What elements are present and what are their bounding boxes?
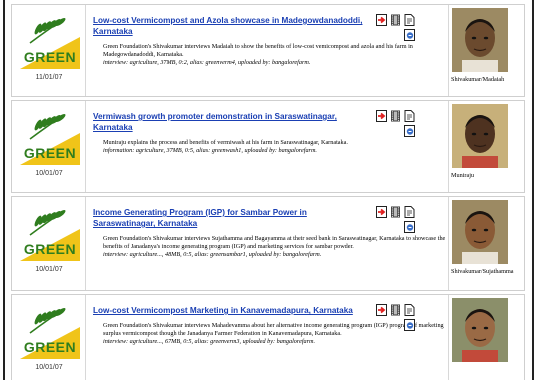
share-icon[interactable]	[404, 319, 415, 331]
svg-text:GREEN: GREEN	[24, 145, 76, 161]
document-icon[interactable]	[404, 14, 415, 26]
item-description: Green Foundation's Shivakumar interviews…	[103, 235, 446, 250]
date-label: 10/01/07	[35, 170, 63, 177]
video-list: GREEN 11/01/07 Low-cost Vermicompost and…	[11, 4, 525, 380]
video-download-icon[interactable]	[376, 206, 387, 218]
photo-cell	[448, 295, 526, 380]
logo-cell: GREEN 11/01/07	[12, 5, 86, 96]
leaf-icon	[29, 307, 66, 334]
item-content: Low-cost Vermicompost and Azola showcase…	[93, 15, 413, 67]
item-content: Low-cost Vermicompost Marketing in Kanav…	[93, 305, 444, 346]
photo-cell: Muniraju	[448, 101, 526, 192]
item-meta: information: agriculture, 37MB, 0:5, ali…	[103, 147, 317, 154]
photo-caption: Shivakumar/Sujathamma	[451, 268, 514, 275]
photo-cell: Shivakumar/Madaiah	[448, 5, 526, 96]
person-photo[interactable]	[452, 200, 508, 264]
video-download-icon[interactable]	[376, 304, 387, 316]
photo-cell: Shivakumar/Sujathamma	[448, 197, 526, 290]
video-download-icon[interactable]	[376, 110, 387, 122]
green-foundation-logo[interactable]: GREEN	[20, 305, 80, 359]
video-download-icon[interactable]	[376, 14, 387, 26]
item-meta: interview: agriculture..., 67MB, 0:5, al…	[103, 338, 316, 345]
green-foundation-logo[interactable]: GREEN	[20, 111, 80, 165]
video-title-link[interactable]: Income Generating Program (IGP) for Samb…	[93, 207, 368, 229]
leaf-icon	[29, 113, 66, 140]
action-icons	[376, 206, 444, 236]
document-icon[interactable]	[404, 110, 415, 122]
film-strip-icon[interactable]	[390, 14, 401, 26]
action-icons	[376, 14, 444, 44]
item-description: Muniraju explains the process and benefi…	[103, 139, 348, 146]
date-label: 10/01/07	[35, 364, 63, 371]
film-strip-icon[interactable]	[390, 206, 401, 218]
video-title-link[interactable]: Vermiwash growth promoter demonstration …	[93, 111, 368, 133]
svg-text:GREEN: GREEN	[24, 339, 76, 355]
browser-window: GREEN 11/01/07 Low-cost Vermicompost and…	[3, 0, 534, 380]
date-label: 10/01/07	[35, 266, 63, 273]
date-label: 11/01/07	[35, 74, 63, 81]
item-description: Green Foundation's Shivakumar interviews…	[103, 43, 413, 58]
item-meta: interview: agriculture..., 48MB, 0:5, al…	[103, 251, 322, 258]
video-title-link[interactable]: Low-cost Vermicompost and Azola showcase…	[93, 15, 368, 37]
green-foundation-logo[interactable]: GREEN	[20, 15, 80, 69]
item-content: Income Generating Program (IGP) for Samb…	[93, 207, 445, 259]
list-item: GREEN 10/01/07 Low-cost Vermicompost Mar…	[11, 294, 525, 380]
item-meta: interview: agriculture, 37MB, 0:2, alias…	[103, 59, 311, 66]
person-photo[interactable]	[452, 8, 508, 72]
logo-cell: GREEN 10/01/07	[12, 295, 86, 380]
logo-cell: GREEN 10/01/07	[12, 197, 86, 290]
photo-caption: Muniraju	[451, 172, 475, 179]
share-icon[interactable]	[404, 125, 415, 137]
action-icons	[376, 110, 444, 140]
person-photo[interactable]	[452, 104, 508, 168]
action-icons	[376, 304, 444, 334]
document-icon[interactable]	[404, 304, 415, 316]
list-item: GREEN 11/01/07 Low-cost Vermicompost and…	[11, 4, 525, 97]
video-title-link[interactable]: Low-cost Vermicompost Marketing in Kanav…	[93, 305, 368, 316]
list-item: GREEN 10/01/07 Income Generating Program…	[11, 196, 525, 291]
green-foundation-logo[interactable]: GREEN	[20, 207, 80, 261]
film-strip-icon[interactable]	[390, 304, 401, 316]
share-icon[interactable]	[404, 29, 415, 41]
leaf-icon	[29, 209, 66, 236]
svg-text:GREEN: GREEN	[24, 241, 76, 257]
document-icon[interactable]	[404, 206, 415, 218]
person-photo[interactable]	[452, 298, 508, 362]
leaf-icon	[29, 17, 66, 44]
item-content: Vermiwash growth promoter demonstration …	[93, 111, 368, 155]
list-item: GREEN 10/01/07 Vermiwash growth promoter…	[11, 100, 525, 193]
svg-text:GREEN: GREEN	[24, 49, 76, 65]
photo-caption: Shivakumar/Madaiah	[451, 76, 505, 83]
logo-cell: GREEN 10/01/07	[12, 101, 86, 192]
share-icon[interactable]	[404, 221, 415, 233]
film-strip-icon[interactable]	[390, 110, 401, 122]
